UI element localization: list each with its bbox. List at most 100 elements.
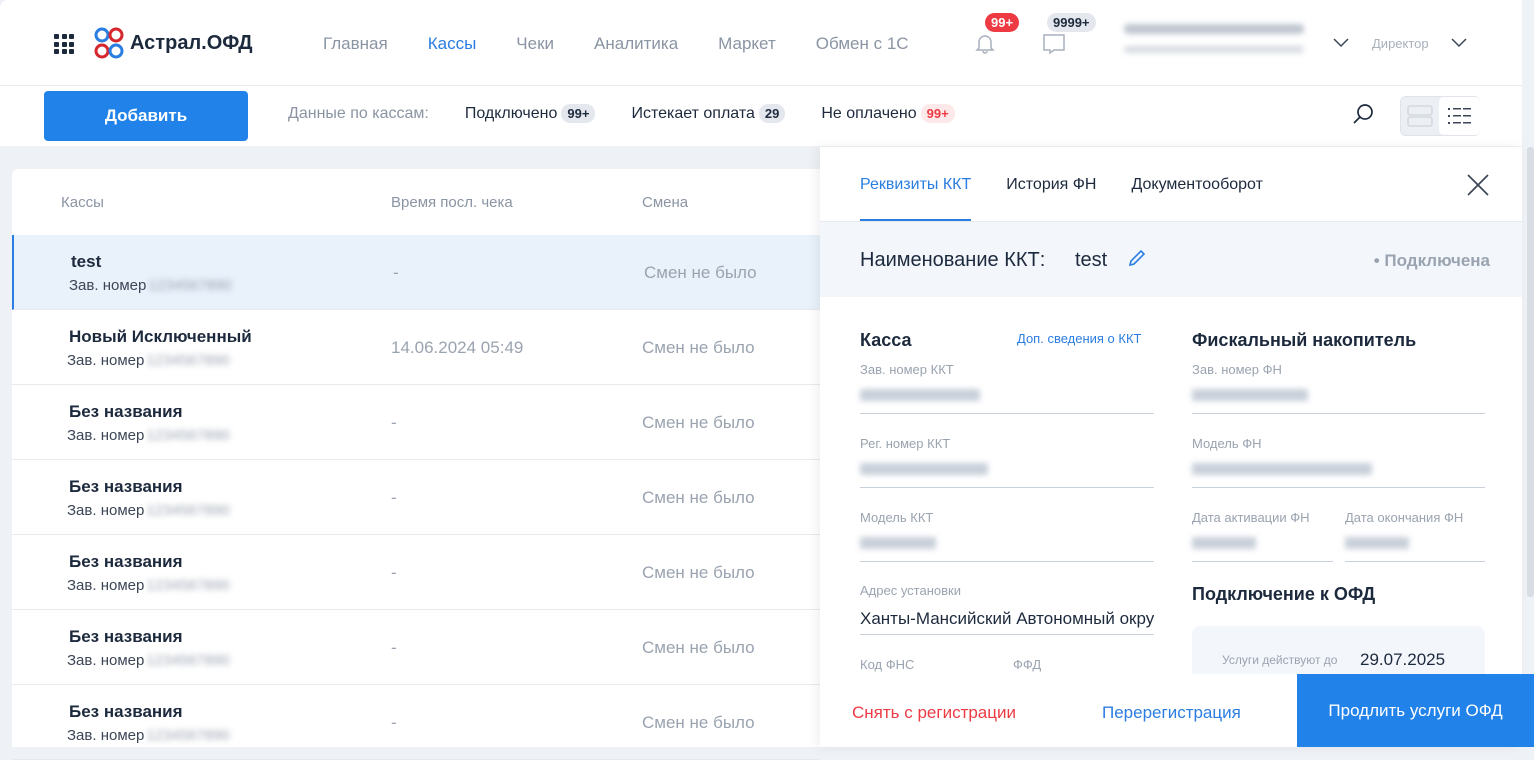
serial-number: Зав. номер 1234567890	[67, 427, 230, 444]
search-icon[interactable]	[1352, 103, 1374, 125]
deregister-button[interactable]: Снять с регистрации	[852, 703, 1016, 723]
table-row[interactable]: Без названия Зав. номер 1234567890 - Смен…	[12, 385, 820, 460]
table-row[interactable]: Без названия Зав. номер 1234567890 - Смен…	[12, 460, 820, 535]
add-button[interactable]: Добавить	[44, 91, 248, 141]
nav-1c-exchange[interactable]: Обмен с 1С	[816, 34, 909, 54]
nav-registers[interactable]: Кассы	[428, 34, 477, 54]
tab-fn-history[interactable]: История ФН	[1006, 147, 1096, 221]
table-row[interactable]: Без названия Зав. номер 1234567890 - Смен…	[12, 610, 820, 685]
list-view-icon	[1448, 108, 1471, 124]
nav-home[interactable]: Главная	[323, 34, 388, 54]
chevron-down-icon[interactable]	[1451, 38, 1467, 48]
messages-badge: 9999+	[1047, 13, 1096, 32]
tab-documents[interactable]: Документооборот	[1131, 147, 1262, 221]
brand-logo[interactable]: Астрал.ОФД	[94, 27, 253, 59]
kkt-name-header: Наименование ККТ: test • Подключена	[820, 221, 1522, 297]
stat-unpaid[interactable]: Не оплачено 99+	[821, 104, 955, 123]
bell-icon[interactable]	[974, 32, 996, 54]
serial-label: Зав. номер	[67, 427, 145, 444]
organization-name-blurred[interactable]	[1124, 24, 1304, 34]
last-receipt-time: -	[391, 413, 397, 432]
field-underline	[1192, 487, 1485, 488]
field-label: ФФД	[1013, 657, 1042, 672]
nav-market[interactable]: Маркет	[718, 34, 776, 54]
serial-number: Зав. номер 1234567890	[67, 652, 230, 669]
nav-receipts[interactable]: Чеки	[516, 34, 554, 54]
connection-status: • Подключена	[1373, 251, 1490, 270]
field-label: Рег. номер ККТ	[860, 436, 951, 451]
address-value: Ханты-Мансийский Автономный округ	[860, 609, 1154, 628]
register-name: Без названия	[69, 627, 183, 646]
stat-connected[interactable]: Подключено 99+	[465, 104, 596, 123]
field-label: Дата активации ФН	[1192, 510, 1310, 525]
count-badge: 29	[758, 104, 786, 123]
apps-grid-icon[interactable]	[54, 34, 74, 54]
register-details-panel: Реквизиты ККТ История ФН Документооборот…	[820, 147, 1522, 747]
table-row[interactable]: Без названия Зав. номер 1234567890 - Смен…	[12, 685, 820, 760]
column-header-shift[interactable]: Смена	[642, 194, 688, 211]
field-underline	[1345, 561, 1485, 562]
field-underline	[1192, 561, 1333, 562]
register-name: Без названия	[69, 477, 183, 496]
kkt-name-label: Наименование ККТ:	[860, 249, 1046, 271]
cards-view-icon[interactable]	[1407, 105, 1433, 127]
tab-kkt-details[interactable]: Реквизиты ККТ	[860, 147, 972, 221]
ofd-services-card: Услуги действуют до 29.07.2025	[1192, 626, 1485, 674]
chevron-down-icon[interactable]	[1333, 38, 1349, 48]
reregister-button[interactable]: Перерегистрация	[1102, 703, 1241, 723]
field-label: Дата окончания ФН	[1345, 510, 1464, 525]
last-receipt-time: -	[391, 638, 397, 657]
serial-blurred: 1234567890	[146, 427, 230, 444]
field-underline	[860, 561, 1154, 562]
serial-number: Зав. номер 1234567890	[67, 352, 230, 369]
panel-tabs: Реквизиты ККТ История ФН Документооборот	[860, 147, 1263, 221]
kkt-model-blurred	[860, 537, 936, 549]
stat-label: Не оплачено	[821, 105, 917, 122]
panel-footer: Снять с регистрации Перерегистрация Прод…	[820, 674, 1534, 747]
close-icon[interactable]	[1467, 174, 1489, 196]
field-label: Зав. номер ККТ	[860, 362, 954, 377]
extra-kkt-info-link[interactable]: Доп. сведения о ККТ	[1017, 331, 1141, 346]
register-name: Новый Исключенный	[69, 327, 252, 346]
field-underline	[860, 413, 1154, 414]
table-row[interactable]: Без названия Зав. номер 1234567890 - Смен…	[12, 535, 820, 610]
shift-status: Смен не было	[642, 488, 755, 507]
list-view-button[interactable]	[1439, 97, 1480, 135]
kassa-section-title: Касса	[860, 330, 912, 350]
page-scrollbar[interactable]	[1527, 147, 1534, 597]
stats-label: Данные по кассам:	[288, 104, 429, 122]
column-header-registers[interactable]: Кассы	[61, 194, 104, 211]
serial-blurred: 1234567890	[146, 652, 230, 669]
field-label: Модель ФН	[1192, 436, 1262, 451]
services-label: Услуги действуют до	[1222, 653, 1338, 667]
field-label: Код ФНС	[860, 657, 915, 672]
kkt-serial-blurred	[860, 389, 980, 401]
fn-model-blurred	[1192, 463, 1372, 475]
serial-blurred: 1234567890	[146, 352, 230, 369]
register-name: test	[71, 252, 102, 271]
serial-number: Зав. номер 1234567890	[67, 502, 230, 519]
table-row[interactable]: Новый Исключенный Зав. номер 1234567890 1…	[12, 310, 820, 385]
register-name: Без названия	[69, 402, 183, 421]
serial-blurred: 1234567890	[146, 727, 230, 744]
serial-number: Зав. номер 1234567890	[67, 727, 230, 744]
shift-status: Смен не было	[644, 263, 757, 282]
shift-status: Смен не было	[642, 563, 755, 582]
table-row[interactable]: test Зав. номер 1234567890 - Смен не было	[12, 235, 820, 310]
serial-blurred: 1234567890	[148, 277, 232, 294]
column-header-last-receipt[interactable]: Время посл. чека	[391, 194, 513, 211]
edit-pencil-icon[interactable]	[1128, 249, 1146, 267]
brand-name: Астрал.ОФД	[130, 31, 253, 54]
astral-logo-icon	[94, 27, 124, 59]
role-label[interactable]: Директор	[1372, 36, 1429, 51]
chat-icon[interactable]	[1042, 33, 1066, 55]
count-badge: 99+	[920, 104, 955, 123]
serial-label: Зав. номер	[67, 577, 145, 594]
register-name: Без названия	[69, 702, 183, 721]
nav-analytics[interactable]: Аналитика	[594, 34, 678, 54]
stat-expiring[interactable]: Истекает оплата 29	[631, 104, 786, 123]
shift-status: Смен не было	[642, 713, 755, 732]
field-label: Модель ККТ	[860, 510, 934, 525]
extend-ofd-button[interactable]: Продлить услуги ОФД	[1297, 674, 1534, 747]
fn-section-title: Фискальный накопитель	[1192, 330, 1417, 350]
